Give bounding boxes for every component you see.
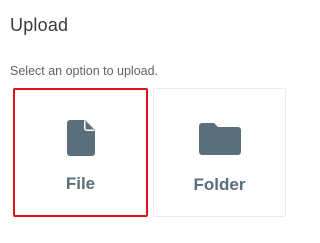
upload-folder-option[interactable]: Folder xyxy=(153,88,286,217)
dialog-subtitle: Select an option to upload. xyxy=(10,64,159,78)
folder-icon xyxy=(198,117,242,161)
file-option-label: File xyxy=(65,174,96,193)
dialog-title: Upload xyxy=(10,15,69,35)
upload-file-option[interactable]: File xyxy=(13,88,148,217)
file-icon xyxy=(59,116,103,160)
upload-dialog: Upload Select an option to upload. File … xyxy=(0,0,300,243)
folder-option-label: Folder xyxy=(193,175,246,194)
